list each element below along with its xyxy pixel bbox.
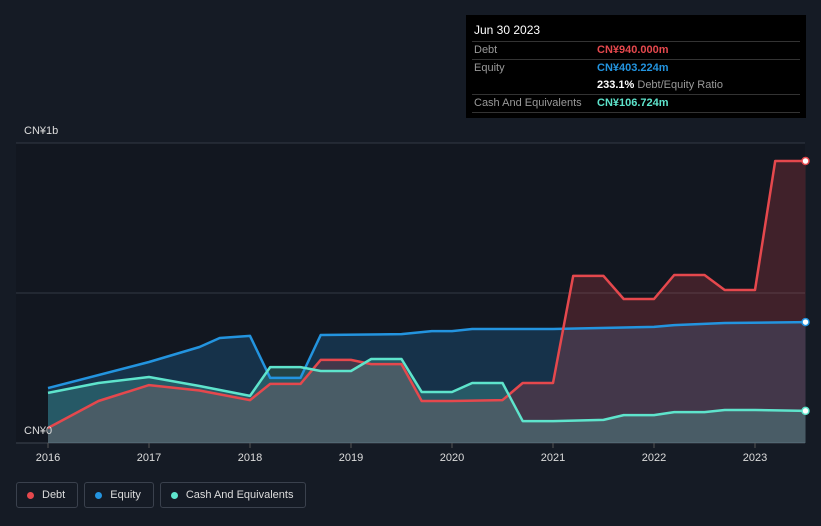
x-tick-label: 2016 (36, 452, 60, 464)
y-tick-label: CN¥1b (24, 125, 59, 137)
debt-label: Debt (474, 44, 498, 56)
x-tick-label: 2018 (238, 452, 262, 464)
ratio-value: 233.1% (597, 79, 635, 91)
legend-label: Equity (110, 489, 141, 501)
legend-label: Debt (42, 489, 66, 501)
legend-label: Cash And Equivalents (185, 489, 294, 501)
x-tick-label: 2019 (339, 452, 363, 464)
equity-value: CN¥403.224m (597, 62, 669, 74)
equity-label: Equity (474, 62, 505, 74)
legend-cash[interactable]: Cash And Equivalents (159, 482, 307, 508)
debt-value: CN¥940.000m (597, 44, 669, 56)
legend: Debt Equity Cash And Equivalents (16, 482, 307, 508)
debt-endpoint (801, 156, 810, 166)
legend-debt[interactable]: Debt (16, 482, 79, 508)
y-tick-label: CN¥0 (24, 425, 53, 437)
x-tick-label: 2020 (440, 452, 464, 464)
tooltip: Jun 30 2023 Debt CN¥940.000m Equity CN¥403… (466, 15, 806, 118)
equity-endpoint (801, 317, 810, 327)
cash-dot-icon (170, 491, 178, 499)
cash-label: Cash And Equivalents (474, 97, 582, 109)
tooltip-date: Jun 30 2023 (472, 15, 800, 42)
cash-and-equivalents-endpoint (801, 406, 810, 416)
x-tick-label: 2022 (642, 452, 666, 464)
ratio-label: Debt/Equity Ratio (637, 79, 723, 91)
legend-equity[interactable]: Equity (84, 482, 154, 508)
debt-dot-icon (27, 491, 34, 499)
x-tick-label: 2023 (743, 452, 767, 464)
equity-dot-icon (95, 491, 103, 499)
x-tick-label: 2021 (541, 452, 565, 464)
cash-value: CN¥106.724m (597, 97, 669, 109)
x-tick-label: 2017 (137, 452, 161, 464)
